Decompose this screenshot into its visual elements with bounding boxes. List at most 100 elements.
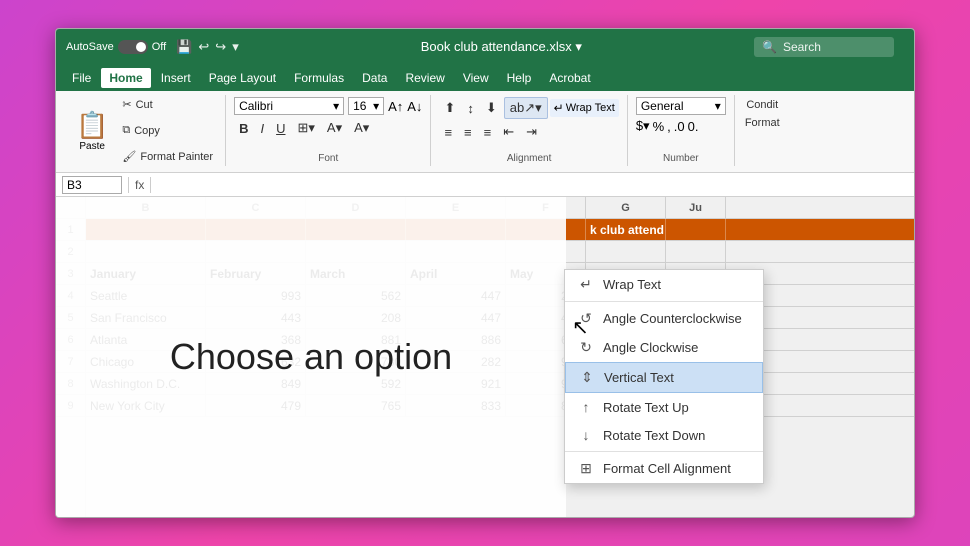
conditional-format-button[interactable]: Condit [744,97,780,113]
dropdown-vertical-text[interactable]: ⇕ Vertical Text [565,362,763,393]
cell-atlanta-feb[interactable]: 881 [306,329,406,350]
cell-sf-name[interactable]: San Francisco [86,307,206,328]
cell-sf-feb[interactable]: 208 [306,307,406,328]
cell-row2-e[interactable] [406,241,506,262]
cell-chicago-feb[interactable]: 730 [306,351,406,372]
fill-color-button[interactable]: A▾ [322,118,347,138]
cell-row1-g[interactable]: k club attend [586,219,666,240]
align-left-button[interactable]: ≡ [439,123,457,142]
cell-nyc-feb[interactable]: 765 [306,395,406,416]
cell-seattle-name[interactable]: Seattle [86,285,206,306]
cell-dc-name[interactable]: Washington D.C. [86,373,206,394]
menu-view[interactable]: View [455,68,497,88]
cell-sf-mar[interactable]: 447 [406,307,506,328]
decrease-decimal-button[interactable]: 0. [688,119,699,134]
cell-atlanta-jan[interactable]: 368 [206,329,306,350]
cell-month-apr[interactable]: April [406,263,506,284]
number-format-dropdown[interactable]: General ▾ [636,97,726,115]
dropdown-wrap-text[interactable]: ↵ Wrap Text [565,270,763,299]
cell-month-feb[interactable]: February [206,263,306,284]
search-box[interactable]: 🔍 Search [754,37,894,57]
copy-button[interactable]: ⧉ Copy [120,123,215,138]
align-middle-button[interactable]: ↕ [462,99,479,118]
menu-file[interactable]: File [64,68,99,88]
underline-button[interactable]: U [271,119,290,138]
cell-row1-d[interactable] [306,219,406,240]
cell-row1-b[interactable] [86,219,206,240]
menu-page-layout[interactable]: Page Layout [201,68,284,88]
font-name-arrow: ▾ [333,99,339,113]
cell-row2-g[interactable] [586,241,666,262]
dropdown-angle-ccw[interactable]: ↺ Angle Counterclockwise [565,304,763,333]
italic-button[interactable]: I [255,119,269,138]
cell-row2-f[interactable] [506,241,586,262]
menu-acrobat[interactable]: Acrobat [541,68,598,88]
cell-row2-b[interactable] [86,241,206,262]
save-icon[interactable]: 💾 [176,39,192,55]
cell-row2-c[interactable] [206,241,306,262]
dropdown-rotate-down[interactable]: ↓ Rotate Text Down [565,421,763,449]
cell-row1-c[interactable] [206,219,306,240]
menu-review[interactable]: Review [397,68,452,88]
cell-month-mar[interactable]: March [306,263,406,284]
dropdown-format-cell[interactable]: ⊞ Format Cell Alignment [565,454,763,483]
menu-insert[interactable]: Insert [153,68,199,88]
cell-chicago-mar[interactable]: 282 [406,351,506,372]
menu-home[interactable]: Home [101,68,150,88]
cell-row2-d[interactable] [306,241,406,262]
increase-indent-button[interactable]: ⇥ [521,122,542,142]
cell-row1-h[interactable] [666,219,726,240]
cell-dc-mar[interactable]: 921 [406,373,506,394]
menu-data[interactable]: Data [354,68,395,88]
dropdown-angle-cw[interactable]: ↻ Angle Clockwise [565,333,763,362]
wrap-text-button[interactable]: ↵ Wrap Text [550,99,619,117]
format-painter-button[interactable]: 🖌 Format Painter [120,149,215,164]
bold-button[interactable]: B [234,119,253,138]
border-button[interactable]: ⊞▾ [293,118,320,138]
cell-seattle-jan[interactable]: 993 [206,285,306,306]
decrease-font-button[interactable]: A↓ [407,99,422,114]
redo-icon[interactable]: ↪ [215,39,226,55]
cell-chicago-name[interactable]: Chicago [86,351,206,372]
undo-icon[interactable]: ↩ [198,39,209,55]
comma-button[interactable]: , [667,119,671,134]
currency-button[interactable]: $▾ [636,118,650,134]
cell-atlanta-mar[interactable]: 886 [406,329,506,350]
font-name-dropdown[interactable]: Calibri ▾ [234,97,344,115]
percent-button[interactable]: % [653,119,665,134]
dropdown-rotate-up[interactable]: ↑ Rotate Text Up [565,393,763,421]
cell-row1-e[interactable] [406,219,506,240]
cell-seattle-mar[interactable]: 447 [406,285,506,306]
filename-arrow[interactable]: ▾ [575,39,582,54]
cell-month-jan[interactable]: January [86,263,206,284]
cell-seattle-feb[interactable]: 562 [306,285,406,306]
cell-row1-f[interactable] [506,219,586,240]
cell-row2-h[interactable] [666,241,726,262]
align-top-button[interactable]: ⬆ [439,98,460,118]
name-box[interactable]: B3 [62,176,122,194]
customize-icon[interactable]: ▾ [232,39,239,55]
cell-nyc-jan[interactable]: 479 [206,395,306,416]
format-as-table-button[interactable]: Format [743,115,782,131]
font-color-button[interactable]: A▾ [349,118,374,138]
paste-button[interactable]: 📋 Paste [70,95,114,166]
align-right-button[interactable]: ≡ [479,123,497,142]
cell-chicago-jan[interactable]: 632 [206,351,306,372]
menu-help[interactable]: Help [499,68,540,88]
orientation-button[interactable]: ab↗▾ [504,97,548,119]
cell-sf-jan[interactable]: 443 [206,307,306,328]
align-bottom-button[interactable]: ⬇ [481,98,502,118]
increase-font-button[interactable]: A↑ [388,99,403,114]
cell-dc-feb[interactable]: 592 [306,373,406,394]
menu-formulas[interactable]: Formulas [286,68,352,88]
autosave-toggle[interactable] [118,40,148,54]
cut-button[interactable]: ✂ Cut [120,97,215,112]
increase-decimal-button[interactable]: .0 [674,119,685,134]
align-center-button[interactable]: ≡ [459,123,477,142]
decrease-indent-button[interactable]: ⇤ [498,122,519,142]
cell-atlanta-name[interactable]: Atlanta [86,329,206,350]
cell-nyc-name[interactable]: New York City [86,395,206,416]
cell-nyc-mar[interactable]: 833 [406,395,506,416]
cell-dc-jan[interactable]: 849 [206,373,306,394]
font-size-dropdown[interactable]: 16 ▾ [348,97,384,115]
